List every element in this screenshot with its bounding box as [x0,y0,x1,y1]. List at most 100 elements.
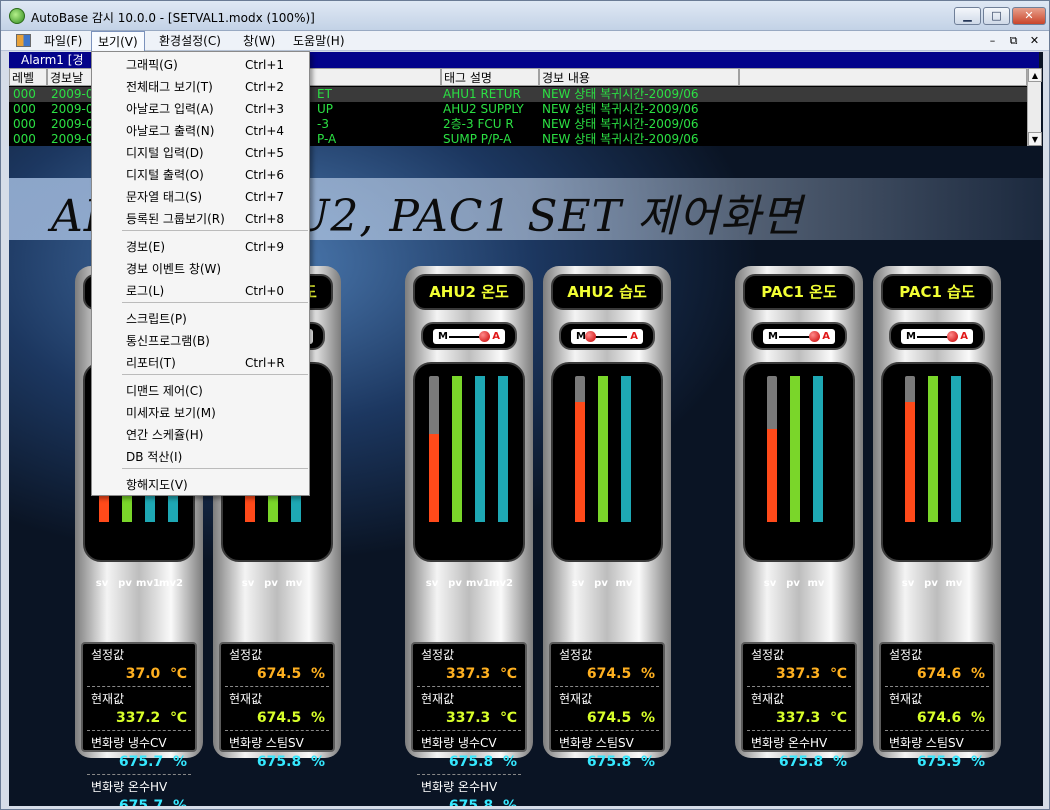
alarm-tag-desc: AHU1 RETUR [443,87,521,101]
value-reading[interactable]: 337.3 ℃ [776,666,847,682]
mdi-minimize-button[interactable]: – [985,33,1000,48]
value-reading[interactable]: 674.5 % [257,666,325,682]
view-menu-item[interactable]: 리포터(T) Ctrl+R [94,352,307,374]
view-menu-item[interactable]: 아날로그 출력(N) Ctrl+4 [94,120,307,142]
manual-label: M [906,331,916,342]
value-reading[interactable]: 37.0 ℃ [126,666,187,682]
value-label: 변화량 스팀SV [889,736,964,750]
value-reading[interactable]: 337.3 ℃ [446,666,517,682]
manual-auto-switch[interactable]: M A [421,322,517,350]
control-panel: AHU2 습도 M A sv pv mv 설정값 674.5 % 현재값 674.5 % 변화… [543,266,671,770]
menu-file[interactable]: 파일(F) [38,31,88,51]
view-menu-item[interactable]: DB 적산(I) [94,446,307,468]
value-separator [417,774,521,775]
alarm-tag: UP [317,102,334,116]
view-menu-item[interactable]: 그래픽(G) Ctrl+1 [94,54,307,76]
scroll-up-icon[interactable]: ▲ [1028,68,1042,82]
manual-auto-switch[interactable]: M A [751,322,847,350]
view-menu-item[interactable]: 연간 스케쥴(H) [94,424,307,446]
view-menu-item[interactable]: 스크립트(P) [94,308,307,330]
value-reading[interactable]: 674.6 % [917,666,985,682]
value-label: 현재값 [559,692,593,706]
view-menu-item[interactable]: 등록된 그룹보기(R) Ctrl+8 [94,208,307,230]
switch-track: M A [433,329,505,344]
value-reading[interactable]: 675.8 % [449,754,517,770]
control-panel: PAC1 습도 M A sv pv mv 설정값 674.6 % 현재값 674.6 % 변화… [873,266,1001,770]
view-menu-item[interactable]: 미세자료 보기(M) [94,402,307,424]
value-reading[interactable]: 337.2 ℃ [116,710,187,726]
value-label: 변화량 냉수CV [421,736,497,750]
value-label: 변화량 스팀SV [559,736,634,750]
value-label: 설정값 [889,648,923,662]
value-reading[interactable]: 675.8 % [449,798,517,806]
value-reading[interactable]: 675.8 % [257,754,325,770]
view-menu-item[interactable]: 경보 이벤트 창(W) [94,258,307,280]
menu-item-label: 등록된 그룹보기(R) [126,212,225,226]
value-label: 설정값 [229,648,263,662]
menu-item-label: 전체태그 보기(T) [126,80,213,94]
switch-knob-icon[interactable] [585,331,596,342]
menu-window[interactable]: 창(W) [237,31,281,51]
col-header-tag-desc[interactable]: 태그 설명 [441,68,539,86]
value-label: 변화량 온수HV [751,736,828,750]
value-label: 현재값 [889,692,923,706]
col-header-level[interactable]: 레벨 [9,68,47,86]
values-box: 설정값 37.0 ℃ 현재값 337.2 ℃ 변화량 냉수CV 675.7 % 변화량 온수… [81,642,197,806]
value-reading[interactable]: 675.8 % [779,754,847,770]
document-icon[interactable] [16,34,31,47]
view-menu-item[interactable]: 디지털 출력(O) Ctrl+6 [94,164,307,186]
view-menu-item[interactable]: 통신프로그램(B) [94,330,307,352]
manual-auto-switch[interactable]: M A [559,322,655,350]
title-bar[interactable]: AutoBase 감시 10.0.0 - [SETVAL1.modx (100%… [1,1,1049,31]
switch-knob-icon[interactable] [479,331,490,342]
maximize-button[interactable]: □ [983,7,1010,25]
view-menu-item[interactable]: 디지털 입력(D) Ctrl+5 [94,142,307,164]
value-reading[interactable]: 674.5 % [257,710,325,726]
values-box: 설정값 674.6 % 현재값 674.6 % 변화량 스팀SV 675.9 % [879,642,995,770]
view-menu-item[interactable]: 로그(L) Ctrl+0 [94,280,307,302]
manual-auto-switch[interactable]: M A [889,322,985,350]
view-menu-item[interactable]: 디맨드 제어(C) [94,380,307,402]
menu-item-shortcut: Ctrl+9 [245,240,285,254]
mdi-close-button[interactable]: ✕ [1027,33,1042,48]
menu-item-shortcut: Ctrl+3 [245,102,285,116]
switch-knob-icon[interactable] [947,331,958,342]
switch-track: M A [763,329,835,344]
view-menu-item[interactable]: 아날로그 입력(A) Ctrl+3 [94,98,307,120]
scroll-down-icon[interactable]: ▼ [1028,132,1042,146]
view-menu-item[interactable]: 경보(E) Ctrl+9 [94,236,307,258]
bar-gauge [743,362,855,562]
menu-settings[interactable]: 환경설정(C) [153,31,227,51]
minimize-button[interactable]: ▁ [954,7,981,25]
col-header-content[interactable]: 경보 내용 [539,68,739,86]
value-reading[interactable]: 674.6 % [917,710,985,726]
view-menu-item[interactable]: 문자열 태그(S) Ctrl+7 [94,186,307,208]
alarm-scrollbar[interactable]: ▲ ▼ [1027,68,1042,146]
close-button[interactable]: ✕ [1012,7,1046,25]
switch-knob-icon[interactable] [809,331,820,342]
view-menu-item[interactable]: 전체태그 보기(T) Ctrl+2 [94,76,307,98]
value-label: 변화량 냉수CV [91,736,167,750]
menu-item-label: 문자열 태그(S) [126,190,202,204]
menu-item-shortcut: Ctrl+6 [245,168,285,182]
view-menu-item[interactable]: 항해지도(V) [94,474,307,496]
alarm-date: 2009-0 [51,117,94,131]
alarm-content: NEW 상태 복귀시간-2009/06 [542,132,699,146]
switch-track: M A [571,329,643,344]
mdi-restore-button[interactable]: ⧉ [1006,33,1021,48]
auto-label: A [960,331,968,342]
value-reading[interactable]: 675.7 % [119,754,187,770]
value-reading[interactable]: 675.7 % [119,798,187,806]
value-reading[interactable]: 674.5 % [587,710,655,726]
value-separator [747,730,851,731]
value-reading[interactable]: 675.8 % [587,754,655,770]
menu-help[interactable]: 도움말(H) [287,31,351,51]
value-reading[interactable]: 674.5 % [587,666,655,682]
control-panel: PAC1 온도 M A sv pv mv 설정값 337.3 ℃ 현재값 337.3 ℃ 변화… [735,266,863,770]
value-label: 변화량 스팀SV [229,736,304,750]
menu-view[interactable]: 보기(V) [91,31,145,51]
alarm-tag-desc: SUMP P/P-A [443,132,512,146]
value-reading[interactable]: 337.3 ℃ [446,710,517,726]
value-reading[interactable]: 675.9 % [917,754,985,770]
value-reading[interactable]: 337.3 ℃ [776,710,847,726]
